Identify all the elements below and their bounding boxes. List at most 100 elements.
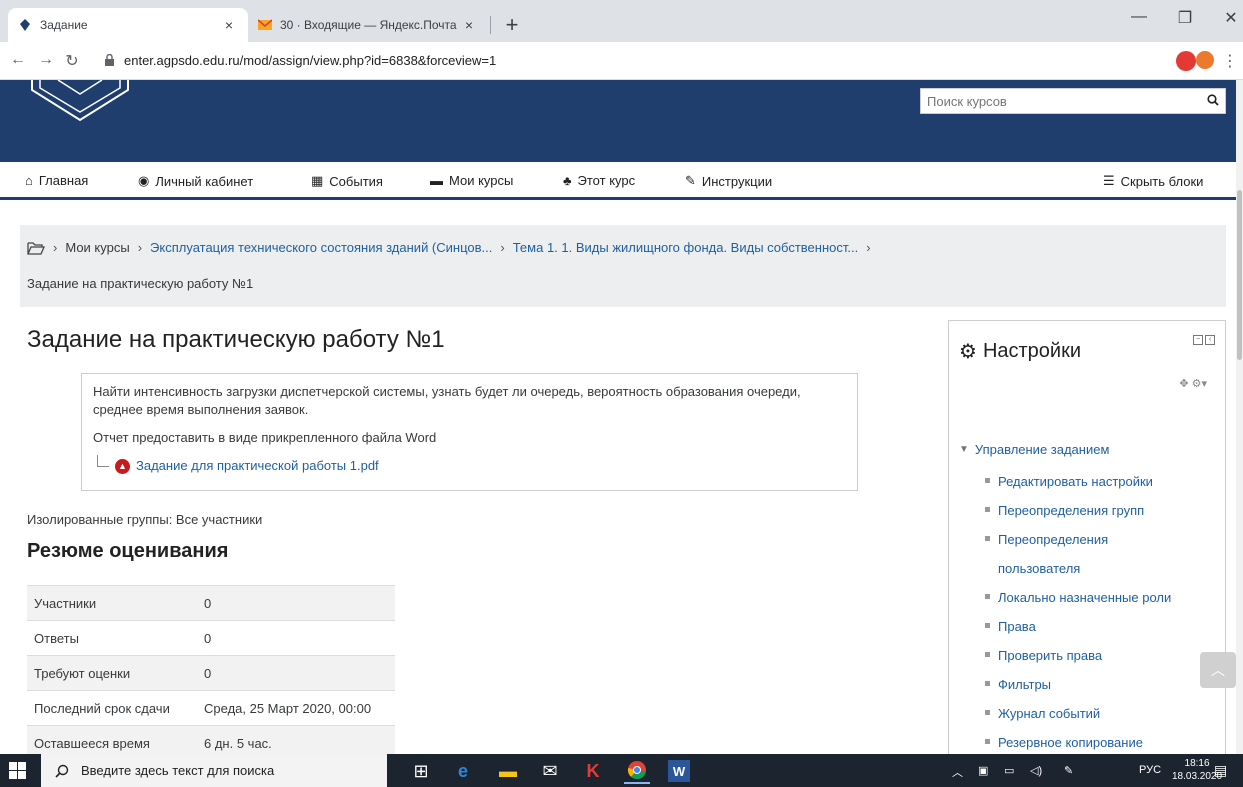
expanded-arrow-icon: ▼ xyxy=(959,444,969,455)
settings-link[interactable]: Переопределения групп xyxy=(998,496,1144,525)
mail-favicon-icon xyxy=(258,19,272,30)
search-icon[interactable] xyxy=(1201,93,1225,109)
nav-events[interactable]: ▦ События xyxy=(311,173,383,189)
tray-app-icon[interactable]: ▣ xyxy=(978,764,988,777)
dock-block-icon[interactable]: ‹ xyxy=(1205,335,1215,345)
reload-icon[interactable]: ↻ xyxy=(62,51,82,71)
chrome-icon[interactable] xyxy=(624,758,650,784)
adblock-extension-icon[interactable] xyxy=(1176,51,1196,71)
tray-expand-icon[interactable]: ︿ xyxy=(952,764,963,780)
address-bar: ← → ↻ enter.agpsdo.edu.ru/mod/assign/vie… xyxy=(0,42,1243,80)
page-scrollbar[interactable] xyxy=(1236,80,1243,754)
settings-link[interactable]: Резервное копирование xyxy=(998,728,1143,757)
grading-summary-title: Резюме оценивания xyxy=(27,540,229,562)
hide-blocks-button[interactable]: ☰ Скрыть блоки xyxy=(1103,173,1203,189)
collapse-block-icon[interactable]: − xyxy=(1193,335,1203,345)
settings-list: Редактировать настройки Переопределения … xyxy=(985,467,1221,757)
browser-tab-active[interactable]: Задание × xyxy=(8,8,248,42)
settings-link[interactable]: Переопределения пользователя xyxy=(998,525,1138,583)
list-item: Фильтры xyxy=(985,670,1221,699)
kaspersky-icon[interactable]: K xyxy=(580,758,606,784)
attachment-link[interactable]: Задание для практической работы 1.pdf xyxy=(136,457,379,475)
breadcrumb-course[interactable]: Эксплуатация технического состояния здан… xyxy=(150,240,492,255)
search-icon xyxy=(55,764,69,778)
pen-icon[interactable]: ✎ xyxy=(1064,764,1073,777)
breadcrumb-topic[interactable]: Тема 1. 1. Виды жилищного фонда. Виды со… xyxy=(513,240,858,255)
nav-my-courses[interactable]: ▬ Мои курсы xyxy=(430,173,513,188)
extension-icon[interactable] xyxy=(1196,51,1214,69)
list-item: Переопределения пользователя xyxy=(985,525,1221,583)
block-move-icon[interactable]: ✥ ⚙▾ xyxy=(1179,377,1207,390)
nav-label: Инструкции xyxy=(701,173,773,189)
browser-tab-mail[interactable]: 30 · Входящие — Яндекс.Почта × xyxy=(248,8,488,42)
settings-link[interactable]: Проверить права xyxy=(998,641,1102,670)
settings-link[interactable]: Локально назначенные роли xyxy=(998,583,1171,612)
list-item: Журнал событий xyxy=(985,699,1221,728)
summary-value: 0 xyxy=(204,630,212,646)
hide-blocks-label: Скрыть блоки xyxy=(1120,173,1204,189)
summary-key: Требуют оценки xyxy=(34,665,131,681)
back-icon[interactable]: ← xyxy=(8,51,28,69)
nav-this-course[interactable]: ♣ Этот курс xyxy=(563,173,635,188)
block-title-label: Настройки xyxy=(982,340,1082,362)
table-row: Требуют оценки 0 xyxy=(27,655,395,691)
main-navbar: ⌂ Главная ◉ Личный кабинет ▦ События ▬ М… xyxy=(0,162,1243,200)
course-search-input[interactable] xyxy=(921,89,1201,113)
intro-text: Отчет предоставить в виде прикрепленного… xyxy=(93,430,437,445)
nav-instructions[interactable]: ✎ Инструкции xyxy=(685,173,772,189)
bullet-icon xyxy=(985,681,990,686)
sitemap-icon: ♣ xyxy=(563,173,572,188)
lock-icon xyxy=(105,54,114,66)
settings-link[interactable]: Фильтры xyxy=(998,670,1051,699)
language-indicator[interactable]: РУС xyxy=(1139,764,1161,776)
tab-close-icon[interactable]: × xyxy=(220,17,238,33)
notifications-icon[interactable]: ▤ xyxy=(1214,762,1227,779)
nav-dashboard[interactable]: ◉ Личный кабинет xyxy=(138,173,253,189)
window-close-button[interactable]: ✕ xyxy=(1208,8,1243,28)
site-logo-icon xyxy=(31,80,129,122)
bullet-icon xyxy=(985,739,990,744)
new-tab-button[interactable]: + xyxy=(500,12,524,38)
list-item: Локально назначенные роли xyxy=(985,583,1221,612)
task-view-icon[interactable]: ⊞ xyxy=(408,758,434,784)
breadcrumb-my-courses[interactable]: Мои курсы xyxy=(65,240,129,255)
nav-label: Личный кабинет xyxy=(155,173,254,189)
dashboard-icon: ◉ xyxy=(138,173,150,188)
nav-home[interactable]: ⌂ Главная xyxy=(25,173,88,188)
pdf-icon: ▲ xyxy=(115,458,130,474)
settings-link[interactable]: Права xyxy=(998,612,1036,641)
edge-icon[interactable]: e xyxy=(450,758,476,784)
minimize-button[interactable]: — xyxy=(1116,8,1162,26)
tree-root-assignment-admin[interactable]: ▼ Управление заданием xyxy=(959,442,1109,457)
mail-app-icon[interactable]: ✉ xyxy=(537,758,563,784)
settings-block-title: ⚙ Настройки xyxy=(959,339,1081,364)
scrollbar-thumb[interactable] xyxy=(1237,190,1242,360)
block-controls: − ‹ xyxy=(1193,335,1215,345)
file-explorer-icon[interactable]: ▬ xyxy=(495,758,521,784)
browser-menu-icon[interactable]: ⋮ xyxy=(1220,51,1240,71)
word-icon[interactable]: W xyxy=(668,760,690,782)
tree-root-label[interactable]: Управление заданием xyxy=(975,442,1110,457)
bullet-icon xyxy=(985,652,990,657)
summary-key: Ответы xyxy=(34,630,79,646)
settings-link[interactable]: Журнал событий xyxy=(998,699,1100,728)
volume-icon[interactable]: ◁) xyxy=(1030,764,1042,777)
tab-close-icon[interactable]: × xyxy=(460,17,478,33)
forward-icon[interactable]: → xyxy=(36,51,56,69)
settings-link[interactable]: Редактировать настройки xyxy=(998,467,1153,496)
url-field[interactable]: enter.agpsdo.edu.ru/mod/assign/view.php?… xyxy=(124,53,496,68)
breadcrumb-separator: › xyxy=(53,240,58,255)
tab-separator xyxy=(490,16,491,34)
bullet-icon xyxy=(985,536,990,541)
scroll-to-top-button[interactable]: ︿ xyxy=(1200,652,1236,688)
restore-button[interactable]: ❐ xyxy=(1162,8,1208,28)
tab-title: 30 · Входящие — Яндекс.Почта xyxy=(280,18,457,32)
nav-label: Главная xyxy=(38,173,89,188)
folder-open-icon[interactable] xyxy=(27,241,45,255)
windows-start-icon[interactable] xyxy=(9,762,26,779)
taskbar-search[interactable]: Введите здесь текст для поиска xyxy=(41,754,387,787)
intro-text: Найти интенсивность загрузки диспетчерск… xyxy=(93,384,801,417)
network-icon[interactable]: ▭ xyxy=(1004,764,1014,777)
nav-label: Этот курс xyxy=(577,173,636,188)
calendar-icon: ▦ xyxy=(311,173,324,188)
